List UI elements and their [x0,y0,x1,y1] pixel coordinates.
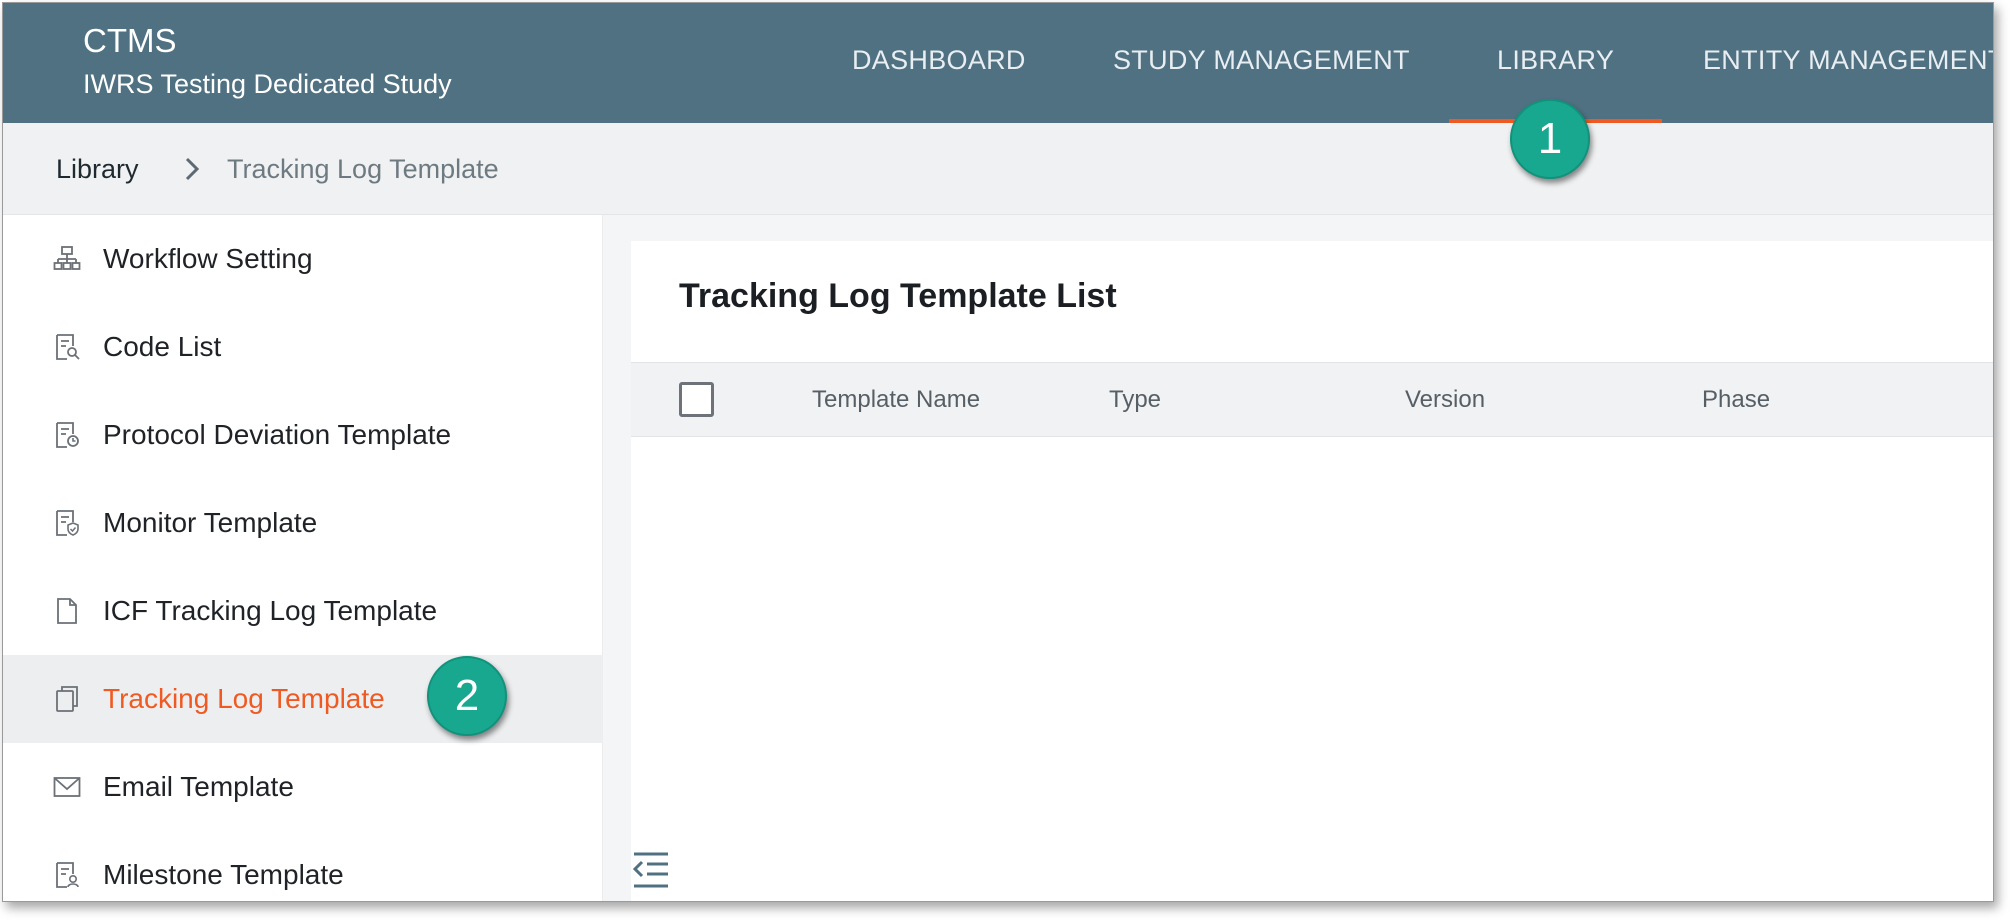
sidebar-item-monitor-template[interactable]: Monitor Template [3,479,603,567]
sidebar-item-label: Monitor Template [103,507,318,538]
page-title: Tracking Log Template List [679,277,1117,315]
column-header-template-name[interactable]: Template Name [812,363,980,436]
sidebar-item-label: Email Template [103,771,294,802]
milestone-template-icon [56,862,79,888]
sidebar-item-label: Workflow Setting [103,243,313,274]
sidebar-item-code-list[interactable]: Code List [3,303,603,391]
code-list-icon [56,334,80,360]
template-list-panel: Tracking Log Template List Template Name… [631,241,1993,901]
nav-dashboard[interactable]: DASHBOARD [852,3,1026,123]
sidebar-item-email-template[interactable]: Email Template [3,743,603,831]
protocol-deviation-icon [56,422,79,448]
file-icon [57,598,77,624]
breadcrumb: Library Tracking Log Template [3,123,1993,215]
select-all-checkbox[interactable] [679,382,714,417]
sidebar-item-tracking-log-template[interactable]: Tracking Log Template [3,655,603,743]
sidebar-item-milestone-template[interactable]: Milestone Template [3,831,603,901]
workflow-icon [53,246,81,270]
sidebar-item-icf-tracking-log-template[interactable]: ICF Tracking Log Template [3,567,603,655]
monitor-template-icon [56,510,79,536]
breadcrumb-library-link[interactable]: Library [56,123,139,215]
copy-document-icon [56,686,78,712]
column-header-type[interactable]: Type [1109,363,1161,436]
sidebar-item-protocol-deviation-template[interactable]: Protocol Deviation Template [3,391,603,479]
chevron-right-icon [185,157,200,181]
nav-study-management[interactable]: STUDY MANAGEMENT [1113,3,1410,123]
nav-entity-management[interactable]: ENTITY MANAGEMENT [1703,3,1993,123]
column-header-version[interactable]: Version [1405,363,1485,436]
breadcrumb-current: Tracking Log Template [227,154,499,184]
main-nav: DASHBOARD STUDY MANAGEMENT LIBRARY ENTIT… [3,3,1993,123]
sidebar-item-label: Tracking Log Template [103,683,385,714]
app-window: CTMS IWRS Testing Dedicated Study DASHBO… [2,2,1994,902]
sidebar-item-label: Code List [103,331,222,362]
envelope-icon [53,777,81,797]
callout-badge-2: 2 [427,656,507,736]
table-header: Template Name Type Version Phase [631,362,1993,437]
sidebar-item-label: Milestone Template [103,859,344,890]
top-header: CTMS IWRS Testing Dedicated Study DASHBO… [3,3,1993,123]
column-header-phase[interactable]: Phase [1702,363,1770,436]
sidebar: Workflow Setting Code List Protocol Devi… [3,215,603,901]
collapse-sidebar-icon[interactable] [631,851,671,889]
sidebar-item-workflow-setting[interactable]: Workflow Setting [3,215,603,303]
sidebar-item-label: ICF Tracking Log Template [103,595,438,626]
callout-badge-1: 1 [1510,99,1590,179]
sidebar-item-label: Protocol Deviation Template [103,419,452,450]
